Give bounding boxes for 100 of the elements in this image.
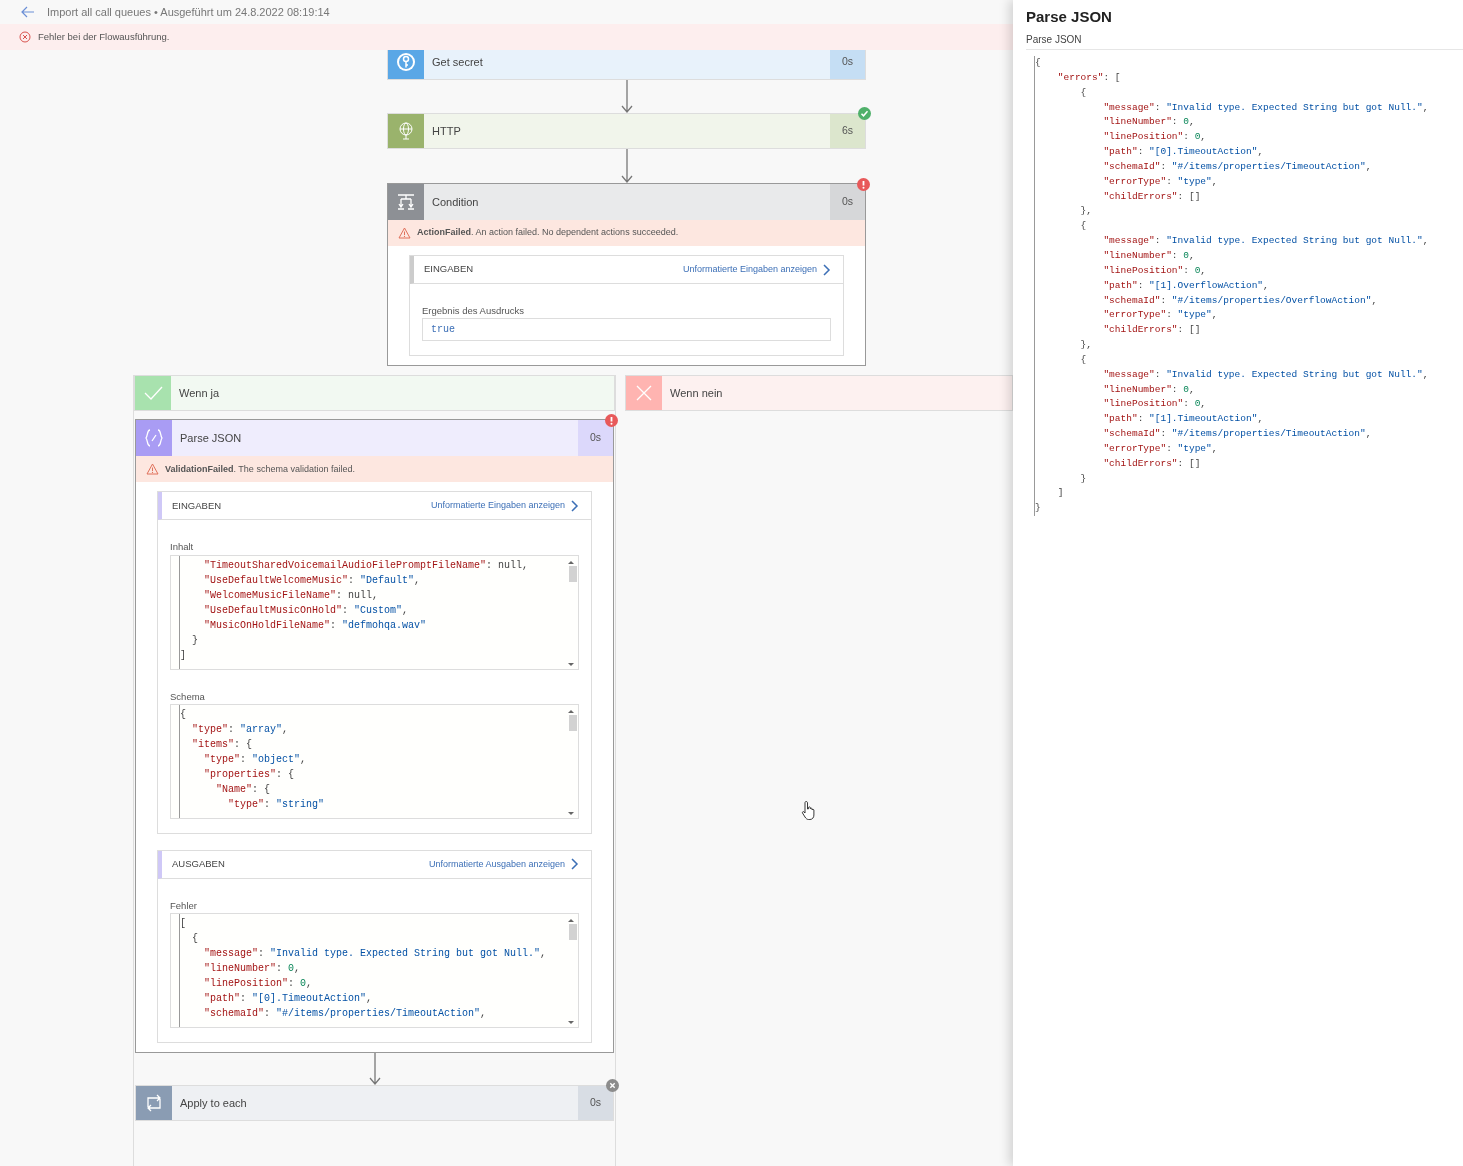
- connector-arrow: [620, 149, 633, 183]
- code-line: "message": "Invalid type. Expected String but got Null.",: [1102, 367, 1429, 382]
- branch-label: Wenn nein: [669, 386, 724, 401]
- scroll-down-icon: [568, 661, 574, 667]
- action-header[interactable]: Get secret 0s: [387, 50, 866, 80]
- code-line: {: [1035, 56, 1041, 70]
- code-line: "lineNumber": 0,: [203, 962, 301, 976]
- connector-arrow: [368, 1053, 381, 1085]
- action-header[interactable]: Apply to each 0s: [135, 1085, 614, 1121]
- error-text: ValidationFailed. The schema validation failed.: [165, 462, 355, 476]
- code-line: {: [191, 932, 199, 946]
- code-line: "path": "[0].TimeoutAction",: [1102, 145, 1264, 160]
- chevron-right-icon: [571, 499, 579, 512]
- code-line: "schemaId": "#/items/properties/TimeoutAction",: [203, 1007, 487, 1021]
- code-line: "UseDefaultMusicOnHold": "Custom",: [203, 603, 409, 618]
- code-line: "properties": {: [203, 767, 295, 782]
- section-heading: AUSGABEN: [172, 857, 226, 872]
- code-line: }: [1035, 501, 1041, 516]
- section-heading: EINGABEN: [172, 498, 223, 513]
- code-line: "TimeoutSharedVoicemailAudioFilePromptFileName": null,: [203, 558, 529, 573]
- section-heading: EINGABEN: [424, 262, 475, 277]
- loop-icon: [144, 1093, 164, 1113]
- code-line: "message": "Invalid type. Expected String but got Null.",: [1102, 100, 1429, 115]
- action-header[interactable]: HTTP 6s: [387, 113, 866, 149]
- duration-label: 6s: [830, 114, 865, 148]
- code-line: ]: [180, 648, 187, 663]
- code-line: "message": "Invalid type. Expected String but got Null.",: [203, 947, 547, 961]
- chevron-right-icon: [823, 263, 831, 276]
- scroll-thumb[interactable]: [569, 714, 577, 731]
- action-header[interactable]: Condition 0s: [388, 184, 865, 220]
- code-line: ]: [1056, 486, 1064, 501]
- code-line: "UseDefaultWelcomeMusic": "Default",: [203, 573, 421, 588]
- panel-subtitle: Parse JSON: [1026, 32, 1463, 50]
- code-line: "lineNumber": 0,: [1102, 115, 1195, 130]
- connector-arrow: [620, 80, 633, 113]
- chevron-right-icon: [571, 858, 579, 871]
- code-line: [: [180, 917, 187, 931]
- code-line: "errors": [: [1056, 70, 1121, 85]
- code-line: "path": "[0].TimeoutAction",: [203, 992, 373, 1006]
- braces-icon: [144, 428, 164, 449]
- field-label: Ergebnis des Ausdrucks: [422, 304, 525, 318]
- code-line: "linePosition": 0,: [203, 977, 313, 991]
- code-line: "errorType": "type",: [1102, 441, 1218, 456]
- value-field: true: [422, 318, 831, 342]
- code-line: },: [1079, 204, 1092, 219]
- duration-label: 0s: [830, 50, 865, 79]
- duration-label: 0s: [830, 184, 865, 220]
- code-line: "linePosition": 0,: [1102, 263, 1207, 278]
- code-line: "errorType": "type",: [1102, 308, 1218, 323]
- code-line: "errorType": "type",: [1102, 174, 1218, 189]
- scroll-thumb[interactable]: [569, 924, 577, 940]
- branch-label: Wenn ja: [178, 386, 221, 401]
- code-line: "WelcomeMusicFileName": null,: [203, 588, 379, 603]
- scroll-thumb[interactable]: [569, 565, 577, 582]
- code-line: {: [180, 707, 187, 722]
- raw-data-link[interactable]: Unformatierte Eingaben anzeigen: [430, 499, 579, 513]
- scroll-down-icon: [568, 1020, 574, 1025]
- code-line: "lineNumber": 0,: [1102, 382, 1195, 397]
- code-line: "childErrors": []: [1102, 189, 1201, 204]
- warning-icon: [146, 463, 159, 476]
- code-line: "Name": {: [215, 782, 271, 797]
- hand-cursor-icon: [800, 800, 818, 821]
- branch-header[interactable]: Wenn ja: [134, 375, 616, 412]
- panel-title: Parse JSON: [1026, 8, 1113, 26]
- code-line: "schemaId": "#/items/properties/OverflowAction",: [1102, 293, 1378, 308]
- error-text: ActionFailed. An action failed. No dependent actions succeeded.: [417, 226, 679, 240]
- code-line: "type": "object",: [203, 752, 307, 767]
- code-line: "lineNumber": 0,: [1102, 248, 1195, 263]
- field-label: Inhalt: [170, 540, 195, 555]
- scroll-down-icon: [568, 810, 574, 816]
- action-title: Condition: [431, 194, 480, 210]
- code-line: }: [1079, 471, 1087, 486]
- action-title: Get secret: [431, 54, 484, 70]
- warning-icon: [398, 227, 411, 239]
- code-line: "childErrors": []: [1102, 323, 1201, 338]
- branch-header[interactable]: Wenn nein: [625, 375, 1013, 412]
- key-icon: [396, 52, 416, 72]
- code-line: "path": "[1].OverflowAction",: [1102, 278, 1269, 293]
- code-line: "type": "array",: [191, 722, 289, 737]
- code-line: }: [191, 633, 199, 648]
- code-line: "MusicOnHoldFileName": "defmohqa.wav": [203, 618, 427, 633]
- action-title: Apply to each: [179, 1095, 248, 1111]
- field-label: Schema: [170, 689, 206, 704]
- action-title: Parse JSON: [179, 431, 243, 446]
- code-line: "schemaId": "#/items/properties/TimeoutAction",: [1102, 159, 1372, 174]
- code-line: "path": "[1].TimeoutAction",: [1102, 412, 1264, 427]
- raw-data-link[interactable]: Unformatierte Ausgaben anzeigen: [428, 857, 579, 871]
- code-line: },: [1079, 338, 1092, 353]
- code-line: "linePosition": 0,: [1102, 397, 1207, 412]
- raw-data-link[interactable]: Unformatierte Eingaben anzeigen: [682, 262, 831, 277]
- duration-label: 0s: [578, 1086, 613, 1120]
- code-line: {: [1079, 85, 1087, 100]
- back-arrow-icon[interactable]: [20, 6, 35, 18]
- code-line: "type": "string": [227, 797, 325, 812]
- action-header[interactable]: Parse JSON 0s: [136, 420, 613, 457]
- field-label: Fehler: [170, 898, 198, 913]
- error-icon: [19, 31, 31, 43]
- code-line: "childErrors": []: [1102, 456, 1201, 471]
- page-title: Import all call queues • Ausgeführt um 24.8.2022 08:19:14: [47, 4, 330, 20]
- error-message: Fehler bei der Flowausführung.: [38, 29, 170, 44]
